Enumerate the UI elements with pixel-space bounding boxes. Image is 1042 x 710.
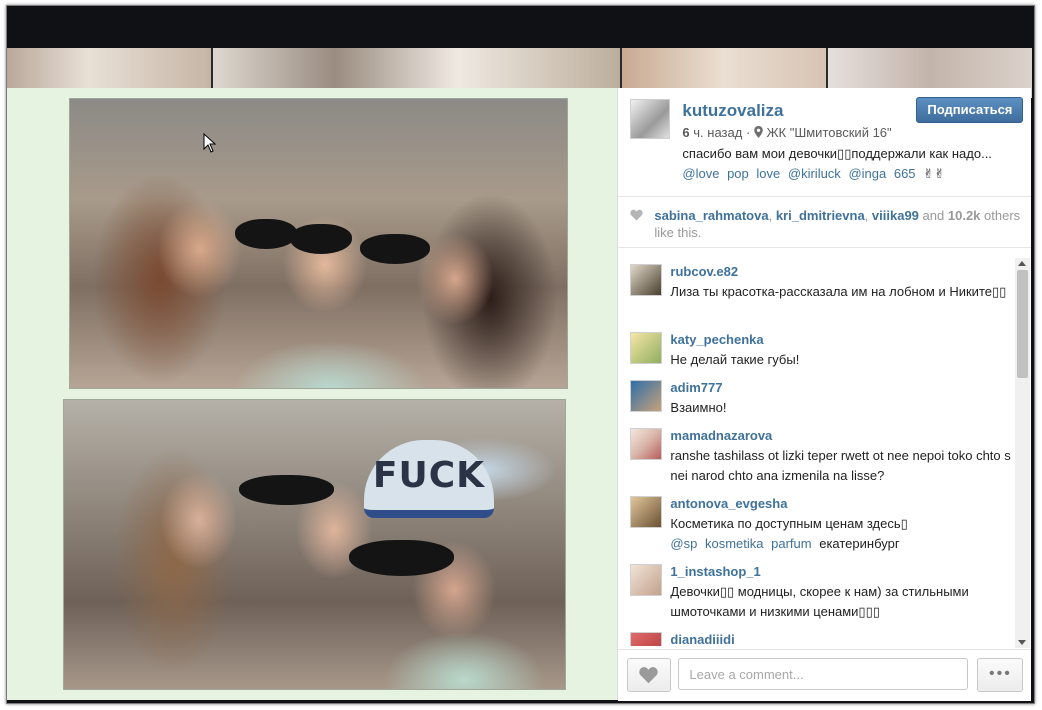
post-username[interactable]: kutuzovaliza xyxy=(682,101,783,121)
comment-text-part: Косметика по доступным ценам здесь▯ xyxy=(670,516,908,531)
likes-and: and xyxy=(922,208,945,223)
scroll-down-arrow-icon[interactable] xyxy=(1018,640,1027,645)
avatar[interactable] xyxy=(630,564,663,596)
liker-link[interactable]: kri_dmitrievna xyxy=(776,208,865,223)
post-header: kutuzovaliza Подписаться 6 ч. назад · ЖК… xyxy=(618,88,1032,197)
comment-item: antonova_evgesha Косметика по доступным … xyxy=(630,496,1010,556)
comment-username[interactable]: dianadiiidi xyxy=(670,632,734,646)
post-photo-bottom[interactable]: FUCK xyxy=(63,399,566,690)
comment-text: Взаимно! xyxy=(670,400,727,415)
scrollbar-thumb[interactable] xyxy=(1017,270,1029,378)
heart-icon xyxy=(630,209,644,221)
follow-button[interactable]: Подписаться xyxy=(916,97,1024,123)
comment-username[interactable]: antonova_evgesha xyxy=(670,496,787,511)
comment-item: rubcov.e82 Лиза ты красотка-рассказала и… xyxy=(630,264,1010,324)
avatar[interactable] xyxy=(630,332,663,364)
sunglasses xyxy=(290,224,352,254)
avatar[interactable] xyxy=(630,264,663,296)
post-time-unit: ч. назад xyxy=(693,125,743,140)
likes-count[interactable]: 10.2k xyxy=(948,208,981,223)
liker-link[interactable]: viiika99 xyxy=(872,208,919,223)
comment-username[interactable]: rubcov.e82 xyxy=(670,264,738,279)
comment-item: 1_instashop_1 Девочки▯▯ модницы, скорее … xyxy=(630,564,1010,624)
meta-separator: · xyxy=(745,125,751,140)
avatar[interactable] xyxy=(630,428,663,460)
details-pane: kutuzovaliza Подписаться 6 ч. назад · ЖК… xyxy=(617,88,1032,701)
post-modal: FUCK kutuzovaliza Подписаться 6 ч. назад… xyxy=(7,88,1032,701)
comment-item: mamadnazarova ranshe tashilass ot lizki … xyxy=(630,428,1011,488)
comment-item: katy_pechenka Не делай такие губы! xyxy=(630,332,1010,372)
like-button[interactable] xyxy=(627,658,672,692)
cap-print: FUCK xyxy=(364,440,494,518)
sunglasses xyxy=(235,219,297,249)
comment-item: dianadiiidi xyxy=(630,632,1010,646)
likes-text: sabina_rahmatova, kri_dmitrievna, viiika… xyxy=(654,208,1021,240)
tag-link[interactable]: parfum xyxy=(771,536,811,551)
tag-link[interactable]: kosmetika xyxy=(705,536,764,551)
comment-text: Девочки▯▯ модницы, скорее к нам) за стил… xyxy=(670,584,969,619)
comment-item: adim777 Взаимно! xyxy=(630,380,1010,420)
photo-pane: FUCK xyxy=(7,88,618,700)
likes-section: sabina_rahmatova, kri_dmitrievna, viiika… xyxy=(618,197,1032,248)
tag-link[interactable]: love xyxy=(756,166,780,181)
post-time-value: 6 xyxy=(682,125,690,140)
comment-username[interactable]: katy_pechenka xyxy=(670,332,763,347)
comment-text: Не делай такие губы! xyxy=(670,352,800,367)
comment-bar: ••• xyxy=(618,649,1032,701)
comment-text: Косметика по доступным ценам здесь▯ @sp … xyxy=(670,514,1015,554)
map-pin-icon xyxy=(754,126,763,138)
avatar[interactable] xyxy=(630,496,663,528)
emoji-text: ✌✌ xyxy=(923,166,945,181)
comments-scrollbar[interactable] xyxy=(1015,258,1031,648)
comment-username[interactable]: 1_instashop_1 xyxy=(670,564,760,579)
tag-link[interactable]: @sp xyxy=(670,536,697,551)
tag-link[interactable]: @inga xyxy=(848,166,886,181)
comment-text: Лиза ты красотка-рассказала им на лобном… xyxy=(670,284,1007,299)
post-photo-top[interactable] xyxy=(69,98,568,389)
sunglasses xyxy=(360,234,430,264)
avatar[interactable] xyxy=(630,380,663,412)
post-location[interactable]: ЖК "Шмитовский 16" xyxy=(767,125,892,140)
tag-link[interactable]: 665 xyxy=(894,166,916,181)
comment-text-part: екатеринбург xyxy=(819,536,900,551)
post-meta: 6 ч. назад · ЖК "Шмитовский 16" xyxy=(682,125,891,140)
comments-list[interactable]: rubcov.e82 Лиза ты красотка-рассказала и… xyxy=(618,258,1016,646)
comment-text: ranshe tashilass ot lizki teper rwett ot… xyxy=(670,448,1011,483)
heart-icon xyxy=(639,667,659,684)
comment-input[interactable] xyxy=(678,658,969,690)
tag-link[interactable]: pop xyxy=(727,166,749,181)
sunglasses xyxy=(349,540,454,576)
avatar[interactable] xyxy=(630,99,671,139)
more-options-button[interactable]: ••• xyxy=(977,658,1024,692)
post-tags: @love pop love @kiriluck @inga 665 ✌✌ xyxy=(682,166,949,182)
tag-link[interactable]: @love xyxy=(682,166,719,181)
comment-username[interactable]: adim777 xyxy=(670,380,722,395)
sunglasses xyxy=(239,475,334,505)
tag-link[interactable]: @kiriluck xyxy=(788,166,841,181)
scroll-up-arrow-icon[interactable] xyxy=(1018,261,1027,266)
comment-username[interactable]: mamadnazarova xyxy=(670,428,772,443)
liker-link[interactable]: sabina_rahmatova xyxy=(654,208,768,223)
avatar[interactable] xyxy=(630,632,663,646)
post-caption: спасибо вам мои девочки▯▯поддержали как … xyxy=(682,146,992,161)
